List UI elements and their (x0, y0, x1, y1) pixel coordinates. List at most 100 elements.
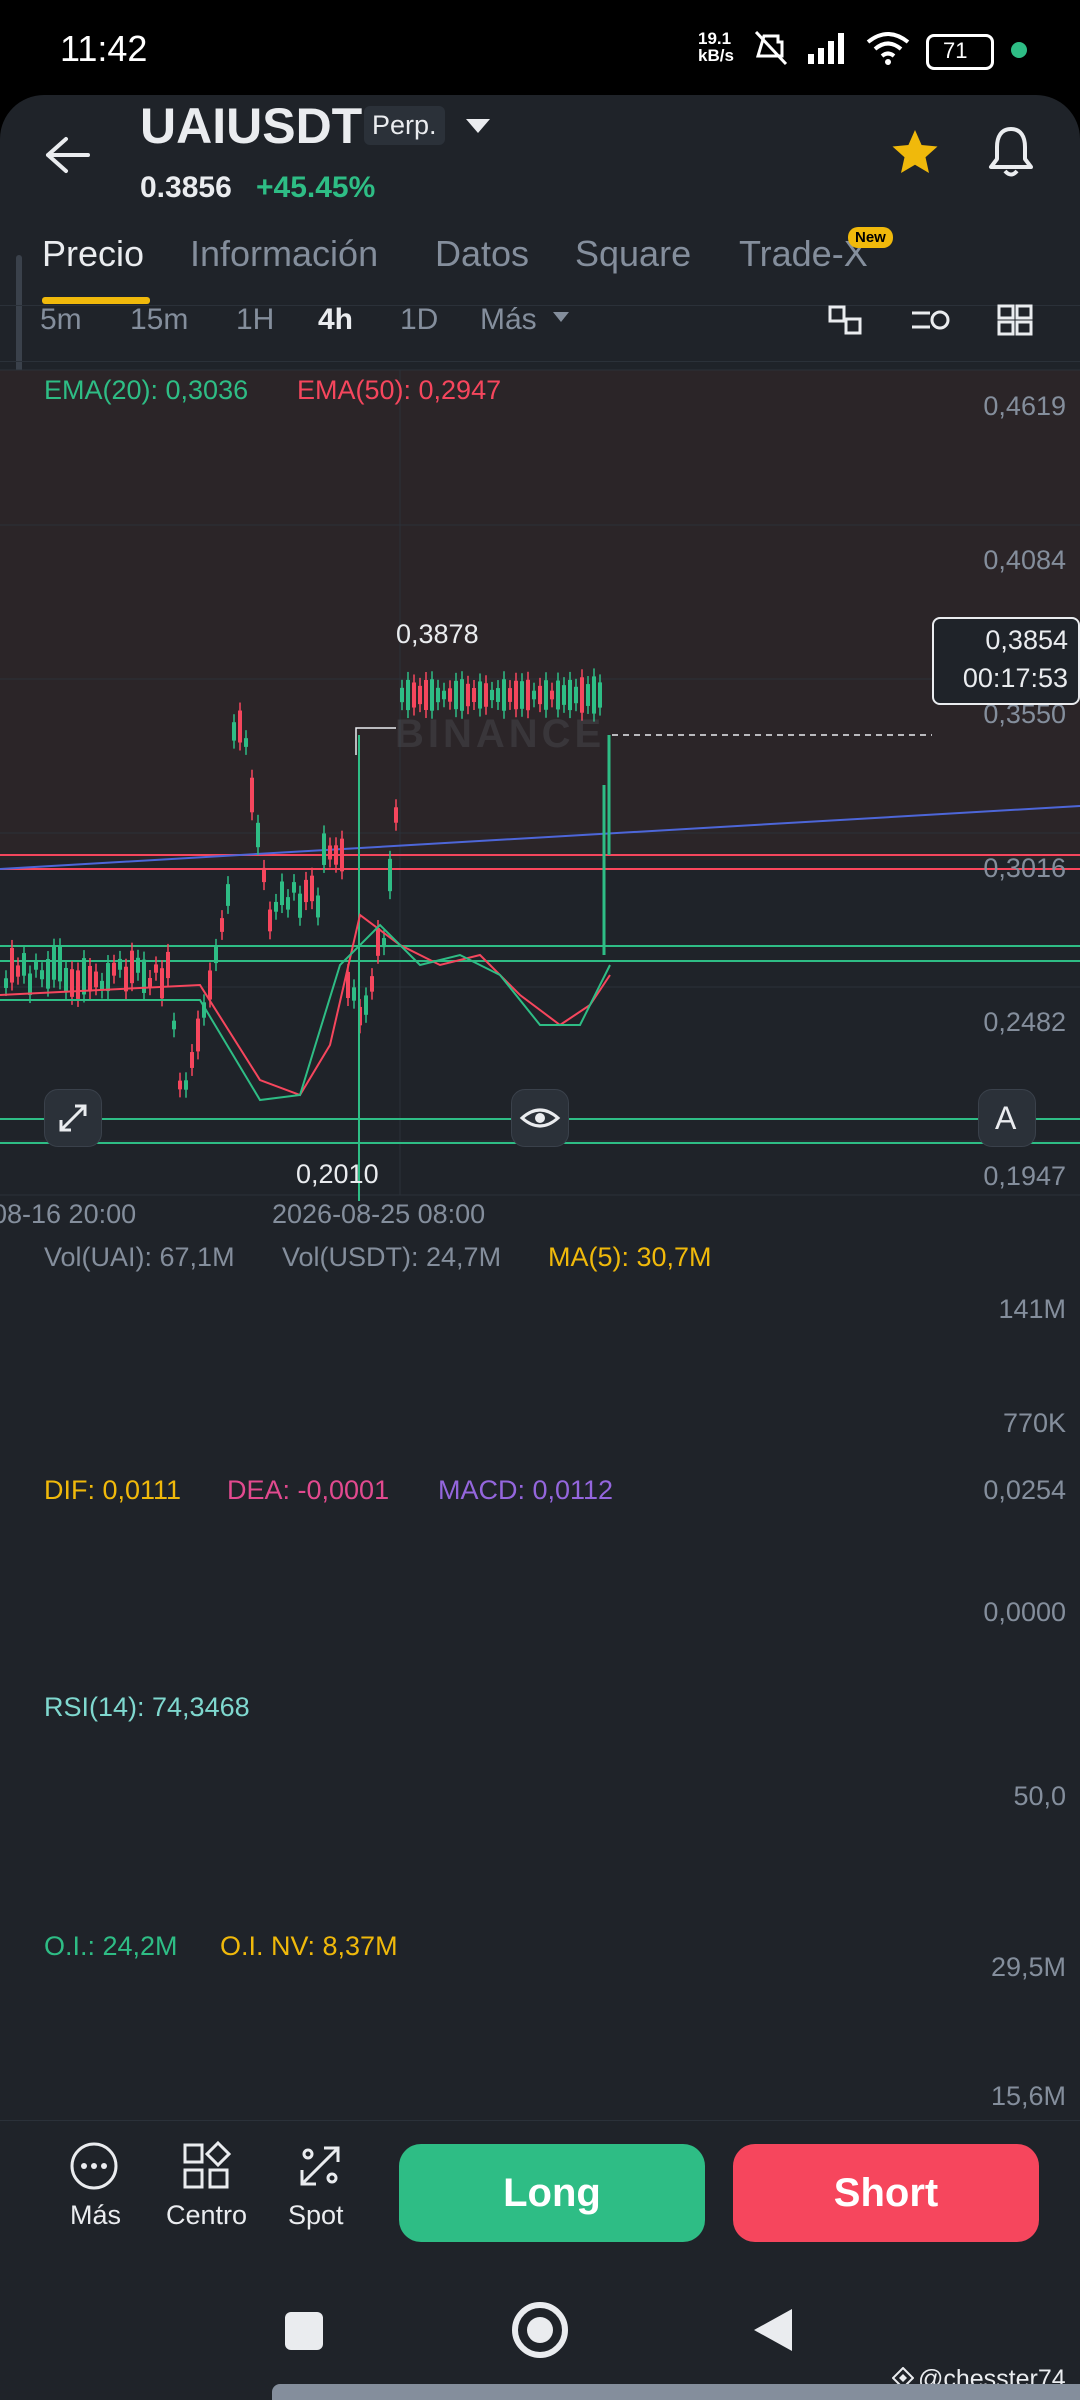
battery-icon: 71 (926, 34, 994, 70)
candle-body (430, 679, 434, 711)
candle-body (394, 807, 398, 823)
caret-down-icon[interactable] (464, 117, 492, 137)
candle-body (4, 978, 8, 988)
candle-body (268, 909, 272, 932)
candle-body (154, 964, 158, 973)
candle-body (244, 738, 248, 747)
candle-body (550, 690, 554, 700)
symbol-title[interactable]: UAIUSDT (140, 97, 362, 155)
tab-precio[interactable]: Precio (42, 233, 144, 275)
visibility-button[interactable] (511, 1089, 569, 1147)
candle-body (322, 833, 326, 865)
oi-label: O.I.: 24,2M (44, 1931, 178, 1961)
ema20-label: EMA(20): 0,3036 (44, 375, 249, 405)
timeframe-15m[interactable]: 15m (130, 303, 188, 337)
battery-level: 71 (943, 38, 968, 63)
short-button[interactable]: Short (733, 2144, 1039, 2242)
net-speed: 19.1 kB/s (698, 30, 734, 64)
auto-scale-button[interactable]: A (978, 1089, 1036, 1147)
current-price: 0,3854 (985, 625, 1068, 655)
candle-body (454, 680, 458, 710)
candle-body (598, 682, 602, 708)
candle-body (310, 875, 314, 902)
candle-body (580, 677, 584, 713)
nav-home-button[interactable] (510, 2300, 570, 2360)
chart-type-icon[interactable] (826, 303, 866, 337)
candle-body (238, 710, 242, 743)
candle-body (586, 684, 590, 706)
candle-body (136, 957, 140, 973)
new-badge: New (848, 227, 893, 248)
candle-body (232, 722, 236, 741)
center-button[interactable]: Centro (162, 2140, 272, 2240)
candle-body (484, 683, 488, 707)
candle-body (22, 953, 26, 976)
candle-body (52, 946, 56, 980)
wifi-icon (866, 32, 910, 65)
tab-datos[interactable]: Datos (435, 233, 529, 275)
bell-icon[interactable] (986, 125, 1036, 179)
signal-icon (808, 33, 844, 64)
candle-body (376, 928, 380, 956)
timeframe-5m[interactable]: 5m (40, 303, 82, 337)
candle-body (556, 680, 560, 710)
divider (0, 2120, 1080, 2121)
timeframe-more[interactable]: Más (480, 303, 537, 337)
oi-axis-label: 15,6M (990, 2081, 1066, 2111)
volume-axis-label: 770K (1002, 1408, 1066, 1438)
gesture-bar[interactable] (272, 2384, 1080, 2400)
candle-body (538, 685, 542, 705)
candle-body (118, 958, 122, 970)
price-chart[interactable] (0, 361, 1080, 1201)
candle-body (64, 967, 68, 993)
nav-back-button[interactable] (752, 2307, 794, 2353)
long-button[interactable]: Long (399, 2144, 705, 2242)
macd-axis-label: 0,0254 (983, 1475, 1066, 1505)
volume-usdt-label: Vol(USDT): 24,7M (282, 1242, 502, 1272)
status-time: 11:42 (60, 28, 148, 69)
timeframe-1h[interactable]: 1H (236, 303, 274, 337)
low-price-label: 0,2010 (296, 1159, 379, 1189)
timeframe-4h[interactable]: 4h (318, 303, 353, 337)
candle-body (10, 947, 14, 983)
back-arrow-icon[interactable] (44, 135, 92, 175)
candle-body (94, 971, 98, 988)
volume-axis-label: 141M (998, 1294, 1066, 1324)
candle-body (472, 687, 476, 703)
indicator-settings-icon[interactable] (910, 305, 954, 335)
spot-button[interactable]: Spot (282, 2140, 372, 2240)
tab-square[interactable]: Square (575, 233, 691, 275)
candle-body (352, 987, 356, 1001)
nav-recents-button[interactable] (285, 2312, 323, 2350)
candle-body (298, 893, 302, 918)
favorite-star-icon[interactable] (889, 127, 941, 179)
candle-body (382, 938, 386, 948)
candle-body (76, 970, 80, 999)
candle-body (286, 897, 290, 910)
spot-label: Spot (288, 2200, 344, 2230)
volume-uai-label: Vol(UAI): 67,1M (44, 1242, 235, 1272)
contract-type-badge: Perp. (364, 106, 445, 145)
price-change: +45.45% (256, 171, 376, 204)
candle-body (220, 918, 224, 932)
timeframe-1d[interactable]: 1D (400, 303, 438, 337)
candle-body (40, 970, 44, 980)
price-axis-label: 0,4619 (983, 391, 1066, 421)
tab-informacion[interactable]: Información (190, 233, 378, 275)
candle-body (532, 690, 536, 700)
layout-grid-icon[interactable] (996, 303, 1036, 337)
time-axis-label: 2026-08-25 08:00 (272, 1199, 486, 1229)
candle-body (400, 687, 404, 703)
candle-body (16, 965, 20, 977)
expand-icon (59, 1104, 87, 1132)
more-button[interactable]: Más (60, 2140, 160, 2240)
macd-dea-label: DEA: -0,0001 (227, 1475, 390, 1505)
current-price-tag[interactable]: 0,3854 00:17:53 (932, 617, 1080, 705)
candle-countdown: 00:17:53 (962, 663, 1068, 693)
candle-body (334, 845, 338, 865)
rsi-label: RSI(14): 74,3468 (44, 1692, 250, 1722)
ema50-line (0, 913, 611, 1097)
macd-axis-label: 0,0000 (983, 1597, 1066, 1627)
fullscreen-button[interactable] (44, 1089, 102, 1147)
timeframe-caret-icon (553, 312, 569, 322)
